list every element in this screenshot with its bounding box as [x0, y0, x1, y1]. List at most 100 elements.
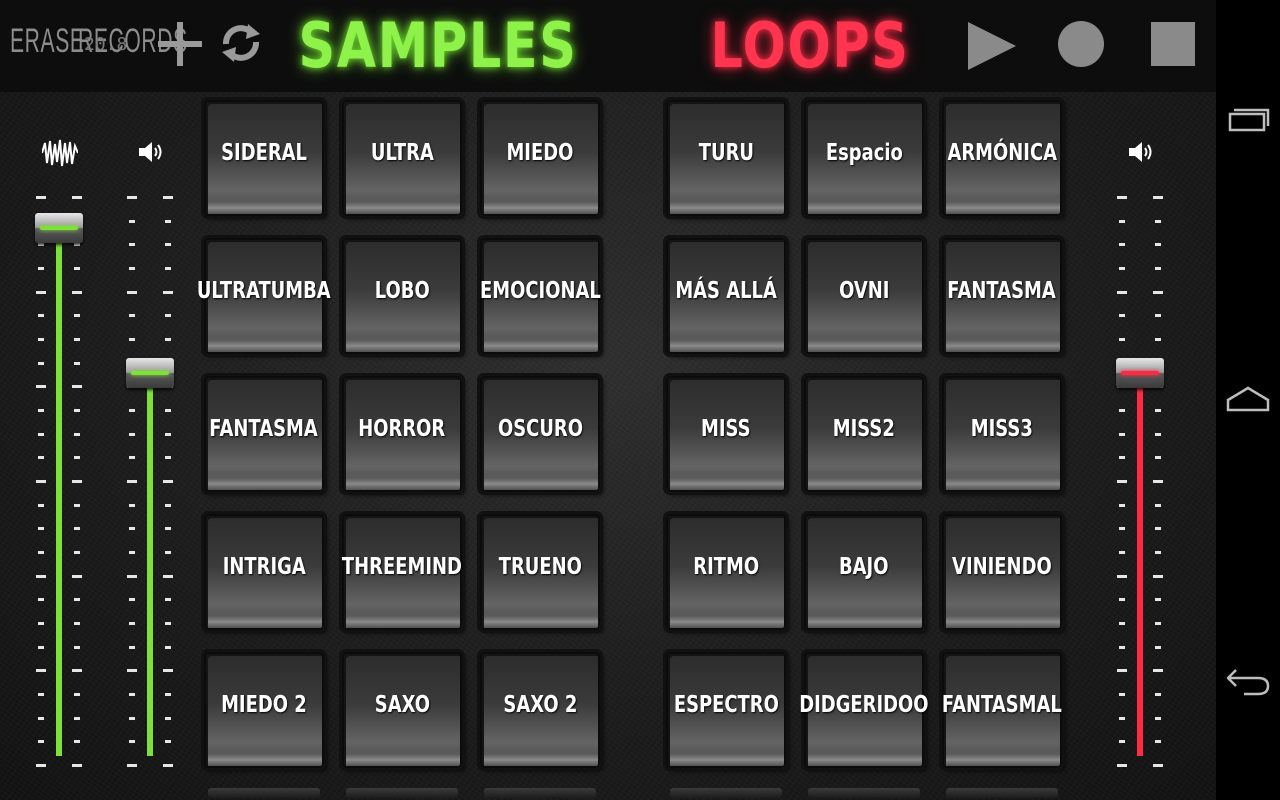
fader-level-fill	[1137, 373, 1143, 756]
pad-label: Espacio	[825, 140, 903, 166]
loop-pad[interactable]: DIDGERIDOO	[799, 652, 929, 768]
fader-tick	[1155, 551, 1161, 554]
sample-pad[interactable]: LOBO	[342, 238, 462, 354]
sample-pad[interactable]: ULTRATUMBA	[197, 238, 331, 354]
loop-pad[interactable]: ARMÓNICA	[942, 100, 1062, 216]
fader-tick	[1153, 290, 1163, 294]
fader-tick	[165, 432, 171, 436]
sample-pad-partial[interactable]	[484, 788, 596, 798]
record-icon[interactable]	[1057, 20, 1105, 68]
pad-label: EMOCIONAL	[479, 278, 601, 304]
fader-tick	[163, 669, 173, 673]
loop-pad[interactable]: RITMO	[666, 514, 786, 630]
fader-tick	[165, 456, 171, 460]
loop-pad[interactable]: MISS2	[804, 376, 924, 492]
pad-label: TURU	[698, 140, 754, 166]
sample-pad[interactable]: ULTRA	[342, 100, 462, 216]
fader-tick	[1155, 456, 1161, 460]
sample-pad[interactable]: TRUENO	[480, 514, 600, 630]
back-icon[interactable]	[1224, 656, 1272, 704]
fader-tick	[127, 764, 137, 767]
home-icon[interactable]	[1224, 376, 1272, 424]
fader-tick	[129, 338, 135, 341]
fader-tick	[129, 551, 135, 554]
loop-pad-partial[interactable]	[946, 788, 1058, 798]
play-icon[interactable]	[966, 20, 1018, 72]
fader-knob[interactable]	[126, 358, 174, 389]
sample-pad[interactable]: THREEMIND	[342, 514, 462, 630]
sample-pad[interactable]: MIEDO 2	[204, 652, 324, 768]
fader-tick	[74, 243, 80, 247]
fader-tick	[72, 669, 82, 673]
fader-tick	[38, 338, 44, 341]
sample-pad[interactable]: HORROR	[342, 376, 462, 492]
fader-tick	[72, 574, 82, 578]
loop-pad-partial[interactable]	[808, 788, 920, 798]
pad-label: OVNI	[838, 278, 890, 304]
fader-tick	[129, 527, 135, 531]
sample-pad[interactable]: EMOCIONAL	[480, 238, 600, 354]
sample-pad[interactable]: SIDERAL	[204, 100, 324, 216]
plus-icon[interactable]	[156, 20, 204, 68]
fader-tick	[1119, 503, 1125, 507]
fader-tick	[1117, 480, 1127, 483]
fader-tick	[38, 527, 44, 531]
fader-tick	[165, 693, 171, 696]
fader-tick	[38, 693, 44, 696]
recent-apps-icon[interactable]	[1224, 96, 1272, 144]
loop-pad[interactable]: MISS3	[942, 376, 1062, 492]
fader-tick	[163, 574, 173, 578]
pad-label: MÁS ALLÁ	[675, 278, 777, 304]
sample-pad[interactable]: MIEDO	[480, 100, 600, 216]
sample-pad[interactable]: OSCURO	[480, 376, 600, 492]
sample-pad[interactable]: INTRIGA	[204, 514, 324, 630]
fader-tick	[38, 361, 44, 365]
pad-label: ARMÓNICA	[947, 140, 1057, 166]
loop-pad[interactable]: VINIENDO	[942, 514, 1062, 630]
fader-tick	[129, 645, 135, 649]
sample-pad-partial[interactable]	[208, 788, 320, 798]
fader-tick	[129, 314, 135, 318]
erase-button[interactable]: ERASE	[10, 22, 85, 61]
loop-pad[interactable]: FANTASMAL	[942, 652, 1062, 768]
loop-pad[interactable]: OVNI	[804, 238, 924, 354]
fader-tick	[1155, 645, 1161, 649]
loop-pad[interactable]: MISS	[666, 376, 786, 492]
loop-pad-partial[interactable]	[670, 788, 782, 798]
pad-label: MISS2	[832, 416, 896, 442]
loop-pad[interactable]: BAJO	[804, 514, 924, 630]
fader-tick	[74, 740, 80, 744]
fader-knob[interactable]	[1116, 358, 1164, 389]
fader-tick	[129, 503, 135, 507]
pad-label: RITMO	[693, 554, 759, 580]
fader-tick	[129, 243, 135, 247]
sample-pad-partial[interactable]	[346, 788, 458, 798]
pad-label: THREEMIND	[342, 554, 463, 580]
fader-tick	[36, 669, 46, 673]
fader-tick	[38, 503, 44, 507]
loop-pad[interactable]: ESPECTRO	[666, 652, 786, 768]
sample-pad[interactable]: SAXO	[342, 652, 462, 768]
fader-tick	[165, 740, 171, 744]
loop-pad[interactable]: MÁS ALLÁ	[666, 238, 786, 354]
sample-pad[interactable]: SAXO 2	[480, 652, 600, 768]
fader-tick	[1155, 338, 1161, 341]
sample-pad[interactable]: FANTASMA	[204, 376, 324, 492]
fader-tick	[1119, 432, 1125, 436]
fader-tick	[38, 456, 44, 460]
fader-knob[interactable]	[35, 213, 83, 244]
fader-tick	[1155, 314, 1161, 318]
loop-pad[interactable]: TURU	[666, 100, 786, 216]
refresh-icon[interactable]	[218, 20, 264, 66]
fader-tick	[165, 243, 171, 247]
fader-tick	[36, 385, 46, 389]
stop-icon[interactable]	[1150, 21, 1196, 67]
pad-label: ULTRA	[370, 140, 434, 166]
fader-tick	[72, 764, 82, 767]
fader-tick	[1155, 598, 1161, 602]
loop-pad[interactable]: Espacio	[804, 100, 924, 216]
pad-label: DIDGERIDOO	[799, 692, 929, 718]
fader-tick	[1119, 622, 1125, 625]
fader-tick	[36, 480, 46, 483]
loop-pad[interactable]: FANTASMA	[942, 238, 1062, 354]
